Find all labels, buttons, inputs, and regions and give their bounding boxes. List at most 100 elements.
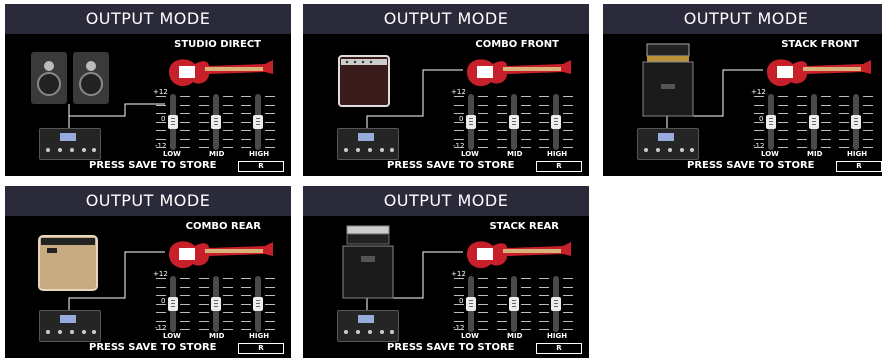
eq-tick-mark: [754, 138, 764, 140]
eq-tick-mark: [497, 312, 507, 313]
eq-tick-mark: [199, 312, 209, 313]
eq-tick-mark: [563, 121, 573, 123]
eq-tick-mark: [539, 147, 549, 148]
eq-tick-mark: [563, 312, 573, 313]
eq-tick-mark: [156, 113, 166, 114]
electric-guitar-icon: [467, 59, 571, 87]
eq-tick-mark: [223, 303, 233, 305]
eq-tick-mark: [156, 286, 166, 288]
eq-tick-mark: [180, 286, 190, 288]
eq-tick-mark: [521, 104, 531, 106]
eq-tick-mark: [265, 320, 275, 322]
eq-tick-mark: [563, 320, 573, 322]
eq-tick-mark: [839, 121, 849, 123]
eq-tick-mark: [521, 130, 531, 131]
eq-tick-mark: [821, 130, 831, 131]
eq-tick-mark: [156, 147, 166, 148]
eq-high-slider[interactable]: [551, 94, 561, 150]
eq-tick-mark: [563, 130, 573, 131]
eq-tick-mark: [223, 96, 233, 97]
eq-tick-mark: [497, 121, 507, 123]
press-save-text: PRESS SAVE TO STORE: [687, 160, 815, 171]
eq-tick-mark: [521, 278, 531, 279]
eq-low-slider[interactable]: [168, 276, 178, 332]
eq-tick-mark: [821, 96, 831, 97]
eq-tick-mark: [199, 138, 209, 140]
eq-tick-mark: [521, 295, 531, 296]
eq-mid-slider[interactable]: [211, 276, 221, 332]
eq-tick-mark: [821, 121, 831, 123]
output-mode-panel-combo-front: OUTPUT MODE COMBO FRONT +12 0 -12 LOW MI…: [303, 4, 589, 176]
eq-tick-mark: [497, 138, 507, 140]
eq-low-slider[interactable]: [466, 94, 476, 150]
eq-tick-mark: [241, 147, 251, 148]
eq-tick-mark: [223, 104, 233, 106]
eq-tick-mark: [821, 138, 831, 140]
eq-tick-mark: [539, 286, 549, 288]
eq-low-slider[interactable]: [766, 94, 776, 150]
eq-high-slider[interactable]: [551, 276, 561, 332]
eq-tick-mark: [223, 329, 233, 330]
eq-tick-mark: [454, 320, 464, 322]
eq-tick-mark: [497, 320, 507, 322]
eq-mid-slider[interactable]: [211, 94, 221, 150]
eq-tick-mark: [156, 329, 166, 330]
eq-low-slider[interactable]: [168, 94, 178, 150]
eq-high-label: HIGH: [249, 332, 270, 340]
eq-tick-mark: [478, 96, 488, 97]
eq-high-label: HIGH: [847, 150, 868, 158]
multi-effects-pedal-icon: [337, 310, 399, 342]
eq-tick-mark: [199, 278, 209, 279]
eq-tick-mark: [478, 329, 488, 330]
eq-tick-mark: [241, 138, 251, 140]
eq-tick-mark: [223, 312, 233, 313]
eq-tick-mark: [241, 96, 251, 97]
eq-mid-slider[interactable]: [809, 94, 819, 150]
eq-low-label: LOW: [761, 150, 779, 158]
eq-high-slider[interactable]: [851, 94, 861, 150]
eq-tick-mark: [156, 278, 166, 279]
eq-tick-mark: [521, 147, 531, 148]
eq-tick-mark: [863, 96, 873, 97]
eq-low-slider[interactable]: [466, 276, 476, 332]
eq-tick-mark: [539, 303, 549, 305]
eq-mid-slider[interactable]: [509, 94, 519, 150]
eq-tick-mark: [563, 278, 573, 279]
multi-effects-pedal-icon: [39, 128, 101, 160]
eq-tick-mark: [821, 113, 831, 114]
eq-tick-mark: [478, 138, 488, 140]
press-save-text: PRESS SAVE TO STORE: [89, 342, 217, 353]
eq-tick-mark: [539, 113, 549, 114]
eq-tick-mark: [863, 138, 873, 140]
eq-tick-mark: [199, 96, 209, 97]
eq-scale-bottom: -12: [155, 324, 167, 332]
eq-tick-mark: [223, 320, 233, 322]
eq-tick-mark: [521, 121, 531, 123]
output-indicator: R: [536, 161, 582, 172]
eq-tick-mark: [199, 147, 209, 148]
eq-tick-mark: [797, 138, 807, 140]
eq-tick-mark: [454, 312, 464, 313]
eq-tick-mark: [754, 130, 764, 131]
eq-high-slider[interactable]: [253, 94, 263, 150]
eq-high-slider[interactable]: [253, 276, 263, 332]
eq-tick-mark: [539, 320, 549, 322]
eq-tick-mark: [180, 104, 190, 106]
eq-tick-mark: [454, 147, 464, 148]
eq-mid-slider[interactable]: [509, 276, 519, 332]
eq-tick-mark: [539, 104, 549, 106]
eq-tick-mark: [778, 147, 788, 148]
eq-tick-mark: [454, 138, 464, 140]
electric-guitar-icon: [767, 59, 871, 87]
eq-tick-mark: [497, 303, 507, 305]
output-mode-panel-stack-front: OUTPUT MODE STACK FRONT +12 0 -12 LOW MI…: [603, 4, 882, 176]
eq-tick-mark: [521, 138, 531, 140]
eq-tick-mark: [265, 286, 275, 288]
eq-tick-mark: [778, 138, 788, 140]
eq-tick-mark: [521, 303, 531, 305]
eq-tick-mark: [839, 96, 849, 97]
eq-tick-mark: [478, 104, 488, 106]
output-mode-panel-combo-rear: OUTPUT MODE COMBO REAR +12 0 -12 LOW MID…: [5, 186, 291, 358]
output-mode-panel-studio-direct: OUTPUT MODE STUDIO DIRECT +12 0 -12 LOW …: [5, 4, 291, 176]
eq-tick-mark: [241, 113, 251, 114]
